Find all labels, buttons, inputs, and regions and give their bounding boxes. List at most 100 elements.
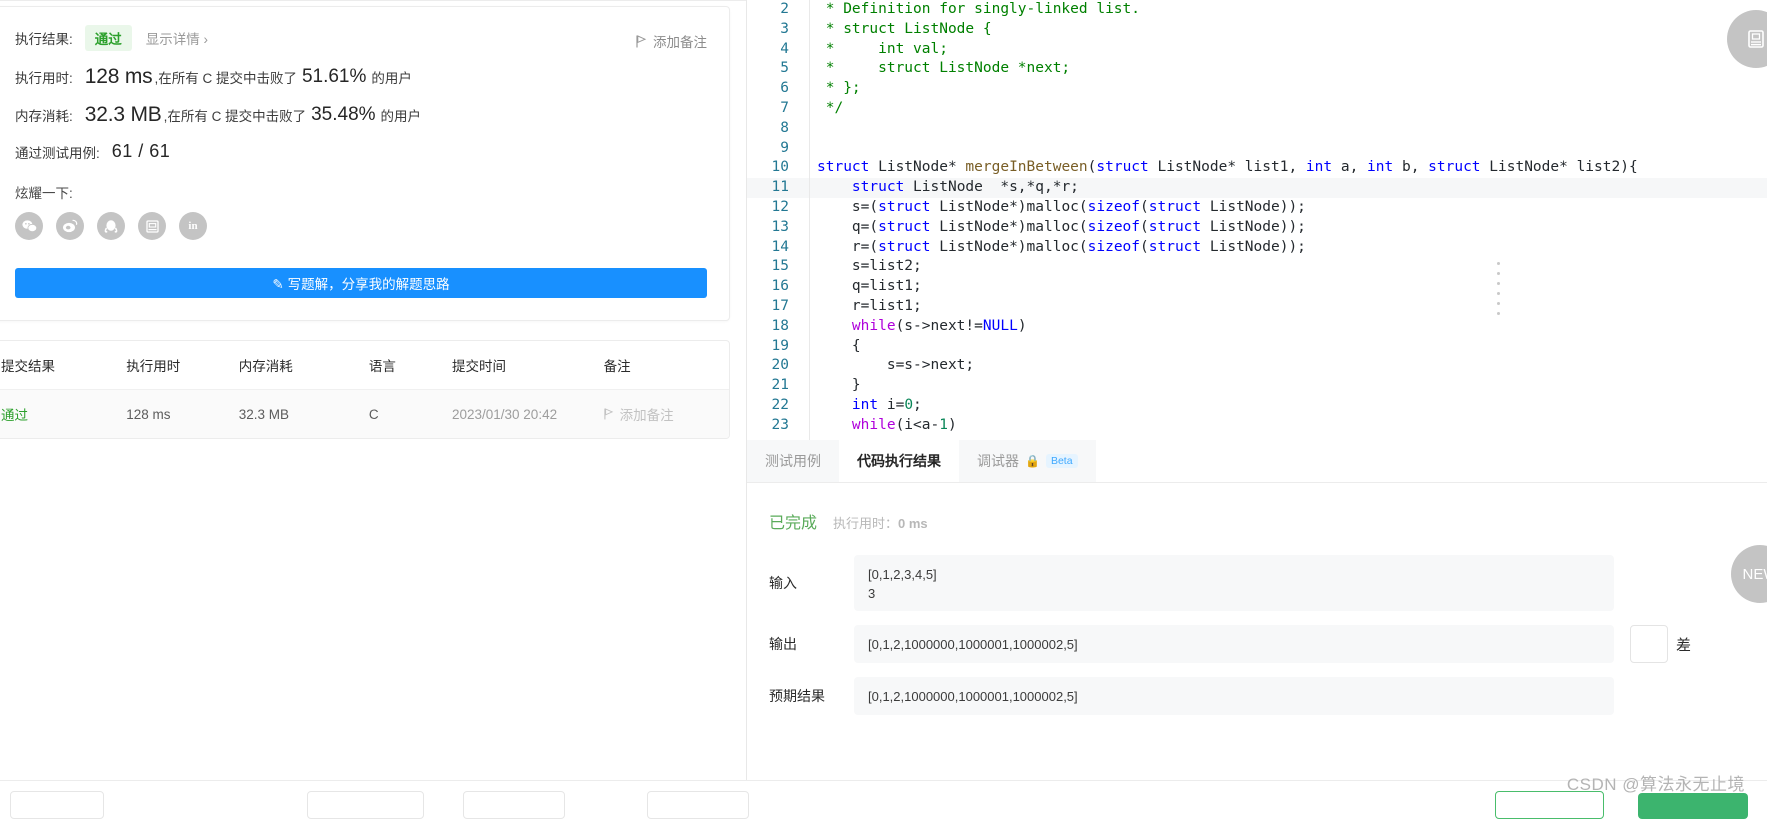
code-line: 22 int i=0; [747, 396, 1767, 416]
testcases-row: 通过测试用例: 61 / 61 [15, 141, 707, 162]
line-number: 22 [771, 396, 789, 413]
code-text: * }; [817, 80, 861, 97]
line-number: 3 [780, 20, 789, 37]
qq-icon[interactable] [97, 212, 125, 240]
code-line: 14 r=(struct ListNode*)malloc(sizeof(str… [747, 238, 1767, 258]
cell-language: C [368, 406, 379, 422]
th-runtime: 执行用时 [126, 359, 181, 374]
code-line: 11 struct ListNode *s,*q,*r; [747, 178, 1767, 198]
exec-result-row: 执行结果: 通过 显示详情 › [15, 25, 707, 51]
linkedin-icon[interactable]: in [179, 212, 207, 240]
bottom-toolbar [0, 780, 1767, 821]
bottom-ghost-2[interactable] [307, 791, 424, 819]
add-note-label: 添加备注 [653, 35, 707, 50]
notebook-icon [1748, 30, 1764, 48]
th-language: 语言 [368, 359, 396, 374]
memory-percentile: 35.48% [311, 104, 376, 125]
code-line: 12 s=(struct ListNode*)malloc(sizeof(str… [747, 198, 1767, 218]
left-panel: 添加备注 执行结果: 通过 显示详情 › 执行用时: 128 ms ,在所有 C… [0, 0, 747, 821]
gutter-divider [809, 0, 810, 440]
tab-testcase[interactable]: 测试用例 [747, 440, 839, 482]
th-note: 备注 [603, 359, 631, 374]
cell-runtime: 128 ms [126, 406, 171, 422]
code-text: struct ListNode *s,*q,*r; [851, 179, 1079, 196]
share-icon-row: in [15, 212, 707, 240]
code-text: int i=0; [817, 396, 922, 413]
code-editor[interactable]: 2 * Definition for singly-linked list. 3 … [747, 0, 1767, 440]
bottom-submit-button[interactable] [1638, 793, 1748, 819]
cell-add-note[interactable]: 添加备注 [603, 404, 721, 424]
submission-result-card: 添加备注 执行结果: 通过 显示详情 › 执行用时: 128 ms ,在所有 C… [0, 6, 730, 321]
weibo-icon[interactable] [56, 212, 84, 240]
memory-row: 内存消耗: 32.3 MB ,在所有 C 提交中击败了 35.48% 的用户 [15, 103, 707, 127]
tab-code-result-label: 代码执行结果 [857, 453, 941, 469]
bottom-ghost-1[interactable] [10, 791, 104, 819]
cell-add-note-label: 添加备注 [619, 408, 674, 423]
input-row: 输入 [0,1,2,3,4,5] 3 [747, 555, 1767, 611]
pencil-icon: ✎ [272, 277, 284, 292]
code-text: r=list1; [817, 297, 922, 314]
expected-value: [0,1,2,1000000,1000001,1000002,5] [854, 677, 1614, 715]
line-number: 6 [780, 80, 789, 97]
diff-toggle-button[interactable] [1630, 625, 1668, 663]
tab-debugger[interactable]: 调试器 🔒 Beta [959, 440, 1096, 482]
write-solution-label: 写题解，分享我的解题思路 [287, 277, 450, 292]
memory-value: 32.3 MB [84, 103, 162, 126]
expected-label: 预期结果 [769, 688, 825, 704]
input-label: 输入 [769, 575, 797, 591]
runtime-text-1: ,在所有 C 提交中击败了 [154, 71, 297, 86]
bottom-run-button[interactable] [1495, 791, 1604, 819]
status-finished: 已完成 [769, 515, 818, 532]
add-note-button[interactable]: 添加备注 [636, 31, 707, 51]
write-solution-button[interactable]: ✎ 写题解，分享我的解题思路 [15, 268, 707, 298]
code-line: 16 q=list1; [747, 277, 1767, 297]
show-detail-link[interactable]: 显示详情 › [146, 28, 208, 48]
line-number: 20 [771, 357, 789, 374]
code-line: 21 } [747, 376, 1767, 396]
bottom-ghost-3[interactable] [463, 791, 565, 819]
douban-icon[interactable] [138, 212, 166, 240]
input-value[interactable]: [0,1,2,3,4,5] 3 [854, 555, 1614, 611]
cell-memory: 32.3 MB [238, 406, 289, 422]
code-text: * Definition for singly-linked list. [817, 1, 1141, 17]
tab-debugger-label: 调试器 [977, 453, 1019, 469]
editor-panel: 2 * Definition for singly-linked list. 3 … [747, 0, 1767, 821]
table-row[interactable]: 通过 128 ms 32.3 MB C 2023/01/30 20:42 添加备… [0, 390, 729, 438]
flag-icon [636, 34, 647, 47]
code-line: 7 */ [747, 99, 1767, 119]
testcases-value: 61 / 61 [111, 141, 171, 161]
line-number: 9 [780, 139, 789, 156]
output-value: [0,1,2,1000000,1000001,1000002,5] [854, 625, 1614, 663]
code-text: while(i<a-1) [817, 416, 957, 433]
code-text: } [817, 377, 861, 394]
cell-result[interactable]: 通过 [0, 404, 126, 424]
line-number: 15 [771, 258, 789, 275]
panel-resize-handle[interactable] [1497, 262, 1500, 315]
bottom-ghost-4[interactable] [647, 791, 749, 819]
th-time: 提交时间 [451, 359, 506, 374]
code-text: s=(struct ListNode*)malloc(sizeof(struct… [817, 198, 1306, 215]
wechat-icon[interactable] [15, 212, 43, 240]
code-line: 15 s=list2; [747, 257, 1767, 277]
status-badge: 通过 [84, 25, 132, 51]
flag-icon [603, 408, 613, 420]
code-line: 17 r=list1; [747, 297, 1767, 317]
memory-text-2: 的用户 [380, 109, 422, 124]
runtime-percentile: 51.61% [301, 66, 367, 87]
lock-icon: 🔒 [1025, 454, 1040, 468]
code-text: { [817, 337, 861, 354]
output-row: 输出 [0,1,2,1000000,1000001,1000002,5] 差 [747, 625, 1767, 663]
code-line: 4 * int val; [747, 40, 1767, 60]
line-number: 16 [771, 278, 789, 295]
code-text: s=list2; [817, 258, 922, 275]
code-text: s=s->next; [817, 357, 975, 374]
runtime-row: 执行用时: 128 ms ,在所有 C 提交中击败了 51.61% 的用户 [15, 65, 707, 89]
tab-code-result[interactable]: 代码执行结果 [839, 440, 959, 482]
beta-badge: Beta [1045, 454, 1078, 468]
code-text: * struct ListNode { [817, 20, 992, 37]
submissions-table: 提交结果 执行用时 内存消耗 语言 提交时间 备注 通过 128 ms 32.3… [0, 340, 730, 439]
output-label: 输出 [769, 636, 797, 652]
line-number: 18 [771, 317, 789, 334]
tab-testcase-label: 测试用例 [765, 453, 821, 469]
